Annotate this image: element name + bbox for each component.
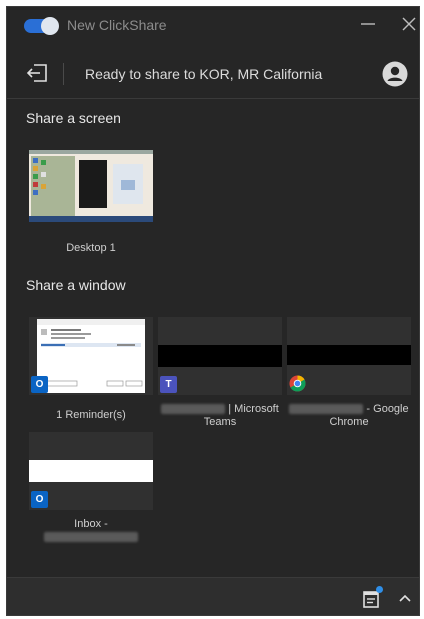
redacted-text — [161, 404, 226, 415]
window-label-text: Inbox - — [74, 518, 108, 530]
chevron-up-icon — [399, 594, 411, 602]
close-icon — [402, 17, 416, 31]
redacted-text — [289, 404, 364, 415]
window-label-suffix: - Google — [366, 403, 409, 415]
window-option-teams[interactable]: T | Microsoft Teams — [158, 317, 282, 429]
screen-option-desktop-1[interactable]: Desktop 1 — [29, 150, 153, 260]
outlook-icon: O — [31, 376, 48, 393]
separator — [63, 63, 64, 85]
window-label-line2: Chrome — [329, 416, 369, 428]
window-label: - Google Chrome — [287, 403, 411, 429]
window-option-reminder[interactable]: O 1 Reminder(s) — [29, 317, 153, 427]
minimize-button[interactable] — [355, 11, 381, 37]
desktop-preview-image — [29, 150, 153, 222]
title-bar: New ClickShare — [7, 7, 419, 43]
share-window-heading: Share a window — [26, 277, 126, 293]
inbox-preview-band — [29, 460, 153, 482]
calendar-button[interactable] — [361, 586, 383, 610]
notification-dot — [376, 586, 383, 593]
window-thumbnail: O — [29, 432, 153, 510]
toggle-knob — [41, 17, 59, 35]
window-label-line2: Teams — [203, 416, 237, 428]
app-title: New ClickShare — [67, 17, 167, 33]
window-label: | Microsoft Teams — [158, 403, 282, 429]
exit-icon — [26, 64, 47, 82]
window-label: 1 Reminder(s) — [56, 409, 126, 421]
share-screen-heading: Share a screen — [26, 110, 121, 126]
avatar-icon — [382, 61, 408, 87]
close-button[interactable] — [396, 11, 419, 37]
window-label-suffix: | Microsoft — [228, 403, 279, 415]
account-button[interactable] — [382, 61, 408, 87]
window-option-chrome[interactable]: - Google Chrome — [287, 317, 411, 429]
disconnect-button[interactable] — [25, 61, 51, 85]
teams-icon: T — [160, 376, 177, 393]
chrome-preview-band — [287, 345, 411, 365]
chrome-icon — [289, 375, 306, 392]
window-thumbnail: O — [29, 317, 153, 395]
screen-label: Desktop 1 — [66, 242, 116, 254]
outlook-icon: O — [31, 491, 48, 508]
teams-preview-band — [158, 345, 282, 367]
status-row: Ready to share to KOR, MR California — [7, 51, 419, 95]
status-text: Ready to share to KOR, MR California — [85, 66, 323, 82]
share-toggle[interactable] — [24, 17, 59, 35]
window-thumbnail — [287, 317, 411, 395]
clickshare-window: New ClickShare Ready to share to KOR, MR… — [6, 6, 420, 616]
expand-button[interactable] — [397, 591, 413, 607]
desktop-thumbnail — [29, 150, 153, 222]
window-option-inbox[interactable]: O Inbox - — [29, 432, 153, 547]
header-divider — [7, 98, 419, 99]
redacted-text — [44, 532, 138, 543]
bottom-bar — [7, 577, 419, 615]
window-thumbnail: T — [158, 317, 282, 395]
minimize-icon — [361, 23, 375, 25]
window-label: Inbox - — [29, 518, 153, 544]
